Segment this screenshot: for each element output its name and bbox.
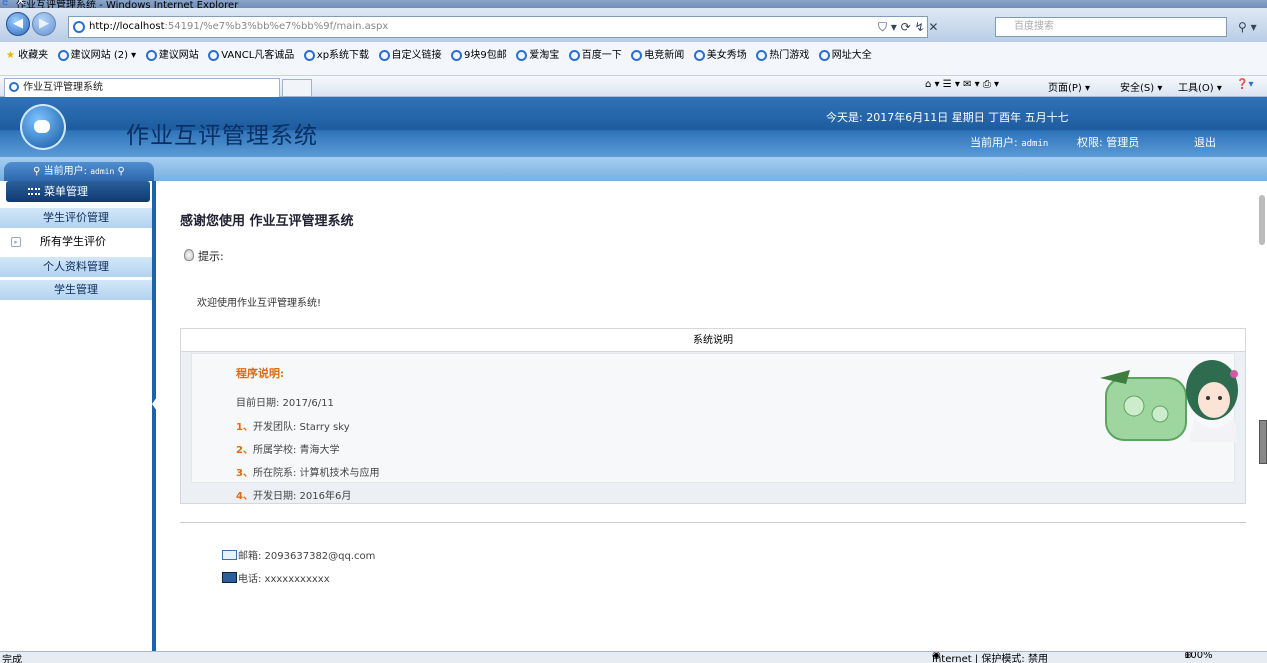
ie-page-icon <box>9 82 19 92</box>
ie-page-icon <box>451 49 463 61</box>
forward-button[interactable]: ▶ <box>32 12 56 36</box>
side-scroll-handle[interactable] <box>1259 420 1267 464</box>
welcome-title: 感谢您使用 作业互评管理系统 <box>180 214 354 229</box>
ie-page-icon <box>516 49 528 61</box>
address-tools[interactable]: ⛉ ▾ ⟳ ↯ ✕ <box>878 20 938 35</box>
ie-page-icon <box>693 49 705 61</box>
pin-icon: ⚲ <box>117 166 125 177</box>
fav-link[interactable]: 建议网站 <box>145 46 199 61</box>
header-role: 权限: 管理员 <box>1077 136 1140 149</box>
menu-tools[interactable]: 工具(O) ▾ <box>1178 79 1222 94</box>
program-title: 程序说明: <box>236 367 285 380</box>
user-bar: 当前用户: admin 权限: 管理员 退出 <box>940 130 1240 150</box>
mail-icon <box>222 550 237 560</box>
phone-icon <box>222 572 237 583</box>
tip-label: 提示: <box>184 248 224 264</box>
help-icon[interactable]: ❓▾ <box>1236 79 1253 90</box>
address-toolbar: ◀ ▶ http://localhost:54191/%e7%b3%bb%e7%… <box>0 8 1267 42</box>
ie-page-icon <box>145 49 157 61</box>
sidebar-item-student-mgmt[interactable]: 学生管理 <box>0 280 152 300</box>
close-window-icon[interactable]: ✕ <box>16 0 1249 8</box>
address-path: :54191/%e7%b3%bb%e7%bb%9f/main.aspx <box>164 21 389 32</box>
fav-link[interactable]: VANCL凡客诚品 <box>208 46 294 61</box>
header-current-user: 当前用户: admin <box>970 136 1049 149</box>
pin-icon: ⚲ <box>33 166 41 177</box>
menu-header: 菜单管理 <box>6 181 150 202</box>
home-icon[interactable]: ⌂ ▾ ☰ ▾ ✉ ▾ ⎙ ▾ <box>925 79 999 90</box>
menu-safety[interactable]: 安全(S) ▾ <box>1120 79 1162 94</box>
favorites-bar: ★ 收藏夹 建议网站 (2) ▾ 建议网站 VANCL凡客诚品 xp系统下载 自… <box>0 42 1267 76</box>
date-line: 目前日期: 2017/6/11 <box>236 398 334 409</box>
ie-page-icon <box>378 49 390 61</box>
window-title-bar: e 作业互评管理系统 - Windows Internet Explorer ✕ <box>0 0 1267 8</box>
table-header: 系统说明 <box>181 329 1245 352</box>
sub-header-strip: ⚲ 当前用户: admin ⚲ <box>0 157 1267 181</box>
email-line: 邮箱: 2093637382@qq.com <box>222 547 375 562</box>
sidebar-current-user: ⚲ 当前用户: admin ⚲ <box>4 162 154 181</box>
ie-page-icon <box>303 49 315 61</box>
app-logo <box>20 104 66 150</box>
fav-link[interactable]: xp系统下载 <box>303 46 369 61</box>
sidebar-item-profile-mgmt[interactable]: 个人资料管理 <box>0 257 152 277</box>
app-header: 作业互评管理系统 今天是: 2017年6月11日 星期日 丁酉年 五月十七 当前… <box>0 97 1267 157</box>
address-bar[interactable]: http://localhost:54191/%e7%b3%bb%e7%bb%9… <box>68 16 928 38</box>
back-button[interactable]: ◀ <box>6 12 30 36</box>
sidebar: 菜单管理 学生评价管理 ▸ 所有学生评价 个人资料管理 学生管理 <box>0 181 156 651</box>
ie-page-icon <box>631 49 643 61</box>
app-title: 作业互评管理系统 <box>126 123 318 149</box>
menu-page[interactable]: 页面(P) ▾ <box>1048 79 1090 94</box>
expand-arrow-icon: ▸ <box>11 237 21 247</box>
main-content: 感谢您使用 作业互评管理系统 提示: 欢迎使用作业互评管理系统! 系统说明 程序… <box>160 181 1257 651</box>
ie-page-icon <box>568 49 580 61</box>
fav-link[interactable]: 自定义链接 <box>378 46 442 61</box>
tab-strip: 作业互评管理系统 ⌂ ▾ ☰ ▾ ✉ ▾ ⎙ ▾ 页面(P) ▾ 安全(S) ▾… <box>0 76 1267 97</box>
favorites-button[interactable]: ★ 收藏夹 <box>6 46 48 61</box>
menu-grid-icon <box>28 188 40 195</box>
tab-main[interactable]: 作业互评管理系统 <box>4 78 280 97</box>
fav-link[interactable]: 热门游戏 <box>756 46 809 61</box>
table-body: 程序说明: 目前日期: 2017/6/11 1、开发团队: Starry sky… <box>191 353 1235 502</box>
divider <box>180 522 1246 523</box>
phone-line: 电话: xxxxxxxxxxx <box>222 570 330 585</box>
ie-page-icon <box>57 49 69 61</box>
vertical-scrollbar[interactable] <box>1259 195 1265 245</box>
search-icon[interactable]: ⚲ ▾ <box>1238 20 1257 34</box>
new-tab-button[interactable] <box>282 79 312 97</box>
status-text: 完成 <box>2 655 22 663</box>
fav-link[interactable]: 百度一下 <box>568 46 622 61</box>
fav-link[interactable]: 网址大全 <box>818 46 872 61</box>
lightbulb-icon <box>184 249 194 261</box>
search-input[interactable]: 百度搜索 <box>995 17 1227 37</box>
ie-page-icon <box>756 49 768 61</box>
fav-link[interactable]: 建议网站 (2) ▾ <box>57 46 136 61</box>
page-icon <box>73 21 85 33</box>
info-line: 4、开发日期: 2016年6月 <box>236 491 352 502</box>
fav-link[interactable]: 9块9包邮 <box>451 46 507 61</box>
today-date: 今天是: 2017年6月11日 星期日 丁酉年 五月十七 <box>826 111 1069 124</box>
fav-link[interactable]: 电竞新闻 <box>631 46 684 61</box>
welcome-text: 欢迎使用作业互评管理系统! <box>197 298 322 309</box>
system-info-table: 系统说明 程序说明: 目前日期: 2017/6/11 1、开发团队: Starr… <box>180 328 1246 504</box>
fav-link[interactable]: 爱淘宝 <box>516 46 559 61</box>
info-line: 2、所属学校: 青海大学 <box>236 445 340 456</box>
tab-label: 作业互评管理系统 <box>23 82 103 93</box>
address-host: http://localhost <box>89 21 165 32</box>
ie-page-icon <box>818 49 830 61</box>
status-bar: 完成 ◉ Internet | 保护模式: 禁用 ⊕ 100% <box>0 651 1267 663</box>
logout-link[interactable]: 退出 <box>1194 134 1216 150</box>
star-icon: ★ <box>6 50 15 61</box>
sidebar-item-student-eval-mgmt[interactable]: 学生评价管理 <box>0 208 152 228</box>
mascot-widget[interactable] <box>1100 348 1246 444</box>
ie-logo-icon: e <box>2 0 9 8</box>
info-line: 3、所在院系: 计算机技术与应用 <box>236 468 380 479</box>
sidebar-item-all-student-evals[interactable]: ▸ 所有学生评价 <box>0 231 152 253</box>
ie-page-icon <box>208 49 220 61</box>
info-line: 1、开发团队: Starry sky <box>236 422 350 433</box>
fav-link[interactable]: 美女秀场 <box>693 46 747 61</box>
